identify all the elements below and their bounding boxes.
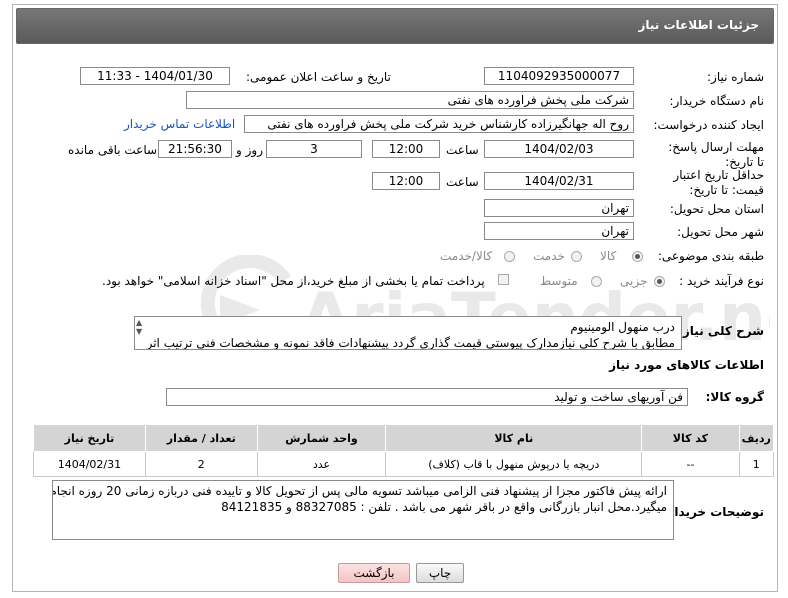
process-label: نوع فرآیند خرید : <box>679 274 764 288</box>
province-field: تهران <box>484 199 634 217</box>
days-label: روز و <box>236 143 263 157</box>
reply-deadline-label: مهلت ارسال پاسخ: تا تاریخ: <box>668 140 764 169</box>
reply-date-field: 1404/02/03 <box>484 140 634 158</box>
days-count-field: 3 <box>266 140 362 158</box>
buyer-contact-link[interactable]: اطلاعات تماس خریدار <box>124 117 235 131</box>
province-label: استان محل تحویل: <box>669 202 764 216</box>
col-name: نام کالا <box>385 424 643 452</box>
description-line-1: درب منهول الومینیوم <box>570 320 675 334</box>
page-header: جزئیات اطلاعات نیاز <box>16 8 774 44</box>
description-textarea[interactable]: درب منهول الومینیوم مطابق با شرح کلی نیا… <box>134 316 682 350</box>
city-field: تهران <box>484 222 634 240</box>
goods-section-title: اطلاعات کالاهای مورد نیاز <box>609 358 764 372</box>
col-unit: واحد شمارش <box>256 424 387 452</box>
creator-field: روح اله جهانگیرزاده کارشناس خرید شرکت مل… <box>244 115 634 133</box>
buyer-notes-line-2: میگیرد.محل انبار بازرگانی واقع در باقر ش… <box>221 500 667 514</box>
buyer-notes-textarea[interactable]: ارائه پیش فاکتور مجزا از پیشنهاد فنی الز… <box>52 480 674 540</box>
goods-group-label: گروه کالا: <box>705 390 764 404</box>
treasury-payment-note: پرداخت تمام یا بخشی از مبلغ خرید،از محل … <box>102 274 485 288</box>
buyer-notes-line-1: ارائه پیش فاکتور مجزا از پیشنهاد فنی الز… <box>52 484 667 498</box>
buyer-org-label: نام دستگاه خریدار: <box>669 94 765 108</box>
goods-group-field: فن آوریهای ساخت و تولید <box>166 388 688 406</box>
price-validity-label: حداقل تاریخ اعتبار قیمت: تا تاریخ: <box>673 168 764 197</box>
remaining-time-field: 21:56:30 <box>158 140 232 158</box>
buyer-notes-label: توضیحات خریدار: <box>662 505 764 519</box>
price-date-field: 1404/02/31 <box>484 172 634 190</box>
col-qty: تعداد / مقدار <box>144 424 258 452</box>
treasury-payment-checkbox[interactable] <box>498 274 509 285</box>
category-label: طبقه بندی موضوعی: <box>657 249 764 263</box>
table-row: 1 -- دریچه یا درپوش منهول با قاب (کلاف) … <box>33 451 775 477</box>
goods-table-header: ردیف کد کالا نام کالا واحد شمارش تعداد /… <box>33 424 775 452</box>
process-option-minor: جزیی <box>620 274 648 288</box>
price-time-field: 12:00 <box>372 172 440 190</box>
description-line-2: مطابق با شرح کلی نیازمدارک پیوستی قیمت گ… <box>146 336 675 350</box>
cell-name: دریچه یا درپوش منهول با قاب (کلاف) <box>385 451 643 477</box>
announce-label: تاریخ و ساعت اعلان عمومی: <box>246 70 391 84</box>
cell-unit: عدد <box>256 451 387 477</box>
col-code: کد کالا <box>641 424 740 452</box>
process-option-medium: متوسط <box>540 274 578 288</box>
cell-row: 1 <box>738 451 775 477</box>
cell-code: -- <box>641 451 740 477</box>
city-label: شهر محل تحویل: <box>677 225 764 239</box>
cell-qty: 2 <box>144 451 258 477</box>
reply-time-label: ساعت <box>446 143 479 157</box>
back-button[interactable]: بازگشت <box>338 563 410 583</box>
description-label: شرح کلی نیاز: <box>678 324 764 338</box>
col-date: تاریخ نیاز <box>33 424 146 452</box>
category-option-goods: کالا <box>600 249 617 263</box>
buyer-org-field: شرکت ملی پخش فراورده های نفتی <box>186 91 634 109</box>
cell-date: 1404/02/31 <box>33 451 146 477</box>
need-number-field: 1104092935000077 <box>484 67 634 85</box>
creator-label: ایجاد کننده درخواست: <box>653 118 764 132</box>
category-radio-service[interactable] <box>571 251 582 262</box>
col-row: ردیف <box>738 424 775 452</box>
announce-field: 1404/01/30 - 11:33 <box>80 67 230 85</box>
category-radio-goods-service[interactable] <box>504 251 515 262</box>
page-title: جزئیات اطلاعات نیاز <box>638 18 759 32</box>
process-radio-minor[interactable] <box>654 276 665 287</box>
remaining-label: ساعت باقی مانده <box>68 143 158 157</box>
scroll-up-icon[interactable]: ▲ <box>136 318 148 327</box>
scroll-down-icon[interactable]: ▼ <box>136 327 148 336</box>
print-button[interactable]: چاپ <box>416 563 464 583</box>
description-scrollbar[interactable]: ▲ ▼ <box>136 318 148 348</box>
category-option-goods-service: کالا/خدمت <box>440 249 493 263</box>
process-radio-medium[interactable] <box>591 276 602 287</box>
reply-time-field: 12:00 <box>372 140 440 158</box>
category-option-service: خدمت <box>533 249 565 263</box>
goods-table: ردیف کد کالا نام کالا واحد شمارش تعداد /… <box>33 424 775 477</box>
category-radio-goods[interactable] <box>632 251 643 262</box>
price-time-label: ساعت <box>446 175 479 189</box>
need-number-label: شماره نیاز: <box>707 70 764 84</box>
